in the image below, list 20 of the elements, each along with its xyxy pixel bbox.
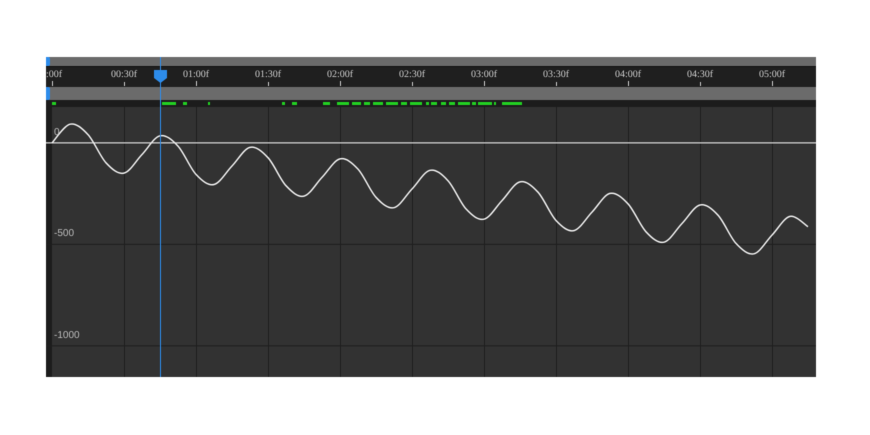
value-label: -1000 xyxy=(54,330,80,341)
graph-area[interactable]: 0 -500 -1000 xyxy=(46,107,816,377)
value-label: 0 xyxy=(54,126,60,138)
navigator-handle[interactable] xyxy=(46,57,50,66)
value-label: -500 xyxy=(54,228,74,240)
time-label: 02:00f xyxy=(326,69,354,80)
time-ruler[interactable]: :00f 00:30f 01:00f 01:30f 02:00f 02:30f 03:00f 03:30f 04:00f 04:30f 05:00f xyxy=(46,66,816,87)
work-area-handle[interactable] xyxy=(46,87,50,100)
time-label: 03:30f xyxy=(542,69,570,80)
value-curve[interactable] xyxy=(51,123,808,255)
time-label: 02:30f xyxy=(398,69,426,80)
time-label: 04:00f xyxy=(614,69,642,80)
time-label: 01:30f xyxy=(254,69,282,80)
time-label: 01:00f xyxy=(182,69,210,80)
time-label: :00f xyxy=(46,69,62,80)
time-label: 04:30f xyxy=(686,69,714,80)
time-label: 05:00f xyxy=(758,69,786,80)
playhead-handle[interactable] xyxy=(154,70,167,83)
time-label: 00:30f xyxy=(110,69,138,80)
time-label: 03:00f xyxy=(470,69,498,80)
